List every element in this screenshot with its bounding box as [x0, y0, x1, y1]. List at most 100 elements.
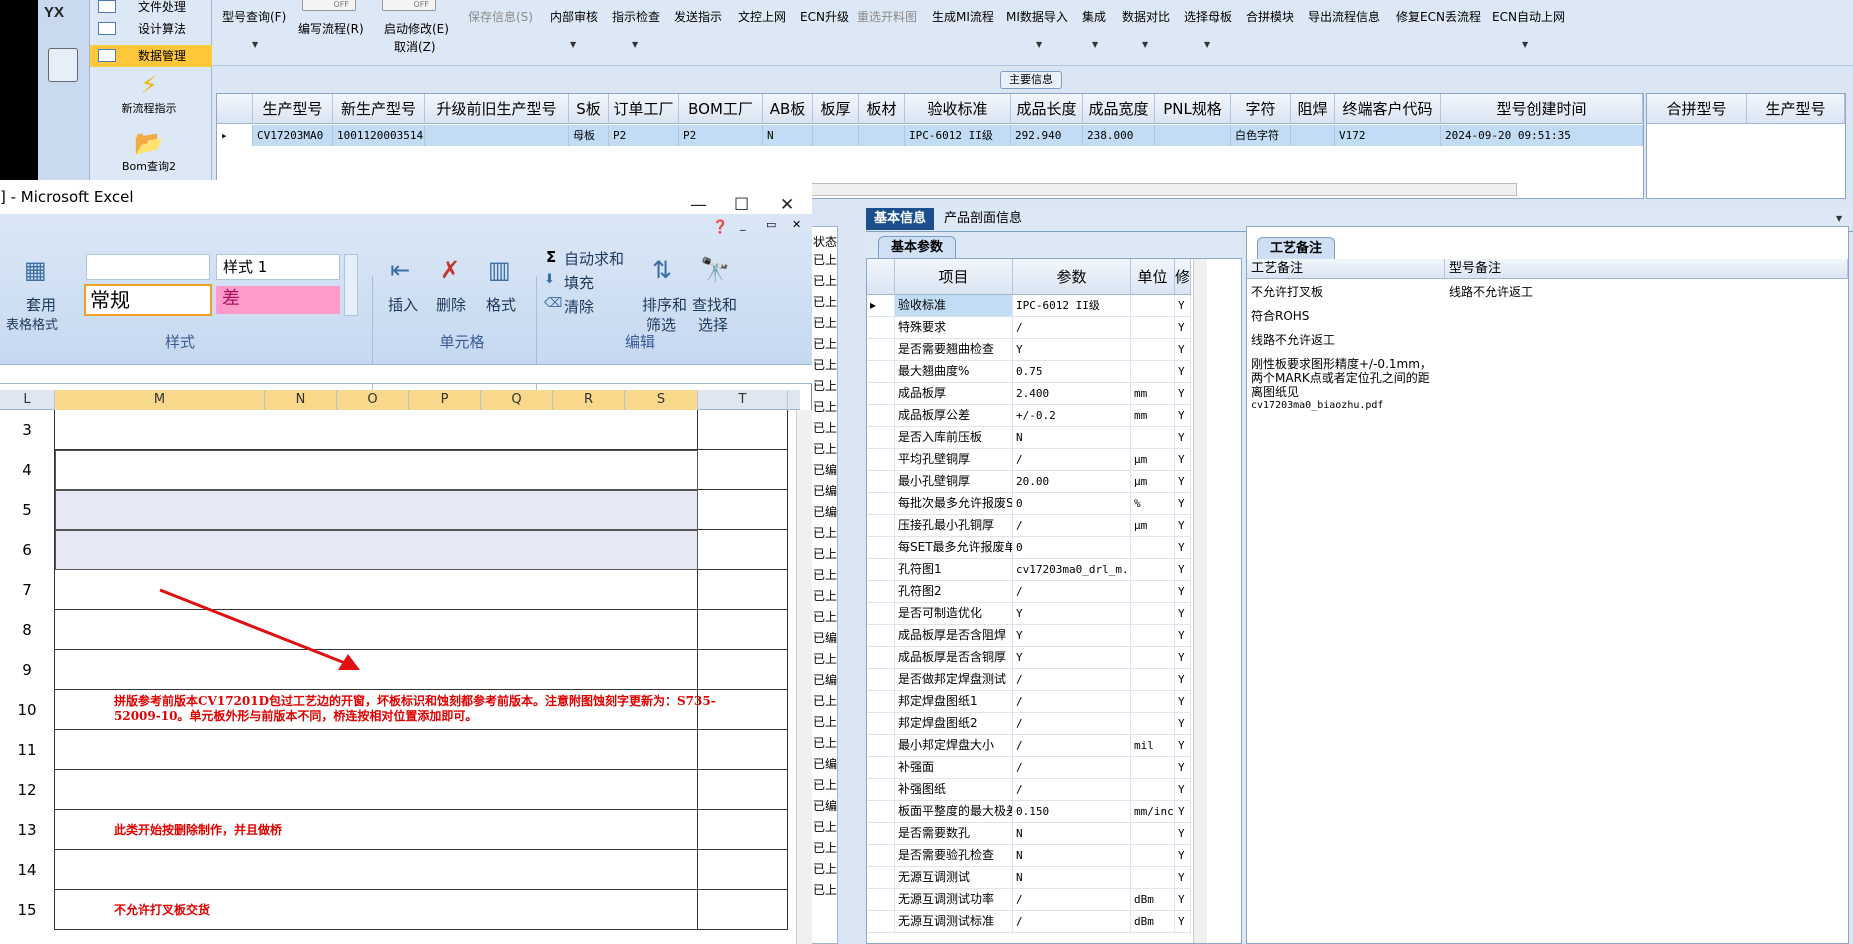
merged-cell[interactable]	[55, 530, 698, 570]
chevron-down-icon[interactable]: ▼	[1092, 40, 1098, 49]
row-indicator[interactable]	[867, 735, 895, 757]
btn-insert[interactable]: 插入	[388, 294, 418, 315]
param-cell[interactable]: /	[1013, 449, 1131, 471]
row-number[interactable]: 7	[0, 570, 55, 610]
status-cell[interactable]: 已上网	[813, 818, 837, 835]
col-header[interactable]: M	[55, 390, 265, 410]
vertical-scrollbar[interactable]	[796, 410, 812, 944]
param-row[interactable]: 补强面 / Y	[867, 757, 1243, 779]
cell-t[interactable]	[698, 610, 788, 650]
param-cell[interactable]: 特殊要求	[895, 317, 1013, 339]
style-scroll[interactable]	[344, 254, 358, 316]
status-cell[interactable]: 已上网	[813, 545, 837, 562]
btn-internal-review[interactable]: 内部审核	[550, 8, 598, 25]
param-cell[interactable]: +/-0.2	[1013, 405, 1131, 427]
param-cell[interactable]: 平均孔壁铜厚	[895, 449, 1013, 471]
param-row[interactable]: 板面平整度的最大极差0.150mm/inchY	[867, 801, 1243, 823]
param-cell[interactable]: Y	[1175, 493, 1191, 515]
row-indicator[interactable]	[867, 713, 895, 735]
row-indicator[interactable]	[867, 889, 895, 911]
param-cell[interactable]: N	[1013, 823, 1131, 845]
param-cell[interactable]	[1131, 295, 1175, 317]
param-row[interactable]: 是否入库前压板 N Y	[867, 427, 1243, 449]
param-cell[interactable]: Y	[1175, 625, 1191, 647]
col-header[interactable]: 新生产型号	[333, 94, 425, 124]
param-cell[interactable]: N	[1013, 867, 1131, 889]
btn-delete[interactable]: 删除	[436, 294, 466, 315]
row-indicator[interactable]	[867, 779, 895, 801]
param-cell[interactable]: 成品板厚	[895, 383, 1013, 405]
row-indicator[interactable]	[867, 405, 895, 427]
btn-send-instruction[interactable]: 发送指示	[674, 8, 722, 25]
param-cell[interactable]: N	[1013, 845, 1131, 867]
param-cell[interactable]: 是否需要验孔检查	[895, 845, 1013, 867]
param-cell[interactable]: cv17203ma0_drl_m...	[1013, 559, 1131, 581]
grid-cell[interactable]: 10011200035143	[333, 125, 425, 146]
status-cell[interactable]: 已上网	[813, 566, 837, 583]
col-header[interactable]: 验收标准	[905, 94, 1011, 124]
param-cell[interactable]: 每SET最多允许报废单元	[895, 537, 1013, 559]
param-cell[interactable]	[1131, 537, 1175, 559]
cell-t[interactable]	[698, 530, 788, 570]
help-icon[interactable]: ❓	[712, 220, 728, 235]
style-cell-normal[interactable]: 常规	[84, 284, 212, 316]
col-header[interactable]: L	[0, 390, 55, 410]
status-cell[interactable]: 已上网	[813, 839, 837, 856]
param-row[interactable]: 成品板厚是否含阻焊 Y Y	[867, 625, 1243, 647]
status-cell[interactable]: 已上网	[813, 440, 837, 457]
close-icon[interactable]: ✕	[792, 218, 801, 231]
param-row[interactable]: 补强图纸 / Y	[867, 779, 1243, 801]
col-header[interactable]	[867, 259, 895, 295]
row-indicator[interactable]	[867, 581, 895, 603]
param-cell[interactable]: mil	[1131, 735, 1175, 757]
row-indicator[interactable]	[867, 339, 895, 361]
param-cell[interactable]: mm	[1131, 383, 1175, 405]
param-cell[interactable]: %	[1131, 493, 1175, 515]
param-cell[interactable]: Y	[1175, 889, 1191, 911]
merged-cell[interactable]	[55, 410, 698, 450]
row-indicator[interactable]	[867, 559, 895, 581]
status-cell[interactable]: 已编写	[813, 461, 837, 478]
col-header[interactable]: R	[553, 390, 625, 410]
nav-item-file[interactable]: 文件处理	[90, 0, 212, 18]
param-cell[interactable]: 2.400	[1013, 383, 1131, 405]
row-number[interactable]: 4	[0, 450, 55, 490]
col-header[interactable]: 字符	[1231, 94, 1291, 124]
param-cell[interactable]: 无源互调测试	[895, 867, 1013, 889]
btn-table-format[interactable]: 套用	[26, 294, 56, 315]
param-cell[interactable]: 成品板厚是否含铜厚	[895, 647, 1013, 669]
param-cell[interactable]: Y	[1175, 361, 1191, 383]
grid-cell[interactable]: 238.000	[1083, 125, 1155, 146]
btn-model-query[interactable]: 型号查询(F)	[222, 8, 286, 25]
param-cell[interactable]: /	[1013, 581, 1131, 603]
merged-cell[interactable]	[55, 770, 698, 810]
param-cell[interactable]: Y	[1175, 603, 1191, 625]
chevron-down-icon[interactable]: ▼	[1204, 40, 1210, 49]
col-header[interactable]: 板厚	[813, 94, 859, 124]
param-cell[interactable]: Y	[1175, 801, 1191, 823]
col-header[interactable]: BOM工厂	[679, 94, 763, 124]
btn-start-edit[interactable]: 启动修改(E)	[384, 20, 449, 37]
style-cell-empty[interactable]	[86, 254, 210, 280]
status-cell[interactable]: 已上网	[813, 608, 837, 625]
merged-cell[interactable]: 拼版参考前版本CV17201D包过工艺边的开窗，坏板标识和蚀刻都参考前版本。注意…	[55, 690, 716, 730]
param-row[interactable]: 无源互调测试标准 / dBm Y	[867, 911, 1243, 933]
col-header[interactable]: 合拼型号	[1647, 94, 1747, 124]
param-cell[interactable]	[1131, 427, 1175, 449]
row-indicator[interactable]	[867, 361, 895, 383]
row-number[interactable]: 9	[0, 650, 55, 690]
param-row[interactable]: 是否需要数孔 N Y	[867, 823, 1243, 845]
grid-cell[interactable]: P2	[679, 125, 763, 146]
param-row[interactable]: 是否做邦定焊盘测试 / Y	[867, 669, 1243, 691]
btn-format[interactable]: 格式	[486, 294, 516, 315]
col-header[interactable]: AB板	[763, 94, 813, 124]
param-cell[interactable]: 最小邦定焊盘大小	[895, 735, 1013, 757]
btn-mi-import[interactable]: MI数据导入	[1006, 8, 1068, 25]
style-cell-bad[interactable]: 差	[216, 286, 340, 314]
param-cell[interactable]: 验收标准	[895, 295, 1013, 317]
btn-instruction-check[interactable]: 指示检查	[612, 8, 660, 25]
param-cell[interactable]: Y	[1175, 559, 1191, 581]
btn-cancel[interactable]: 取消(Z)	[394, 38, 436, 55]
btn-reselect-cut[interactable]: 重选开料图	[857, 8, 917, 25]
col-header[interactable]: 参数	[1013, 259, 1131, 295]
